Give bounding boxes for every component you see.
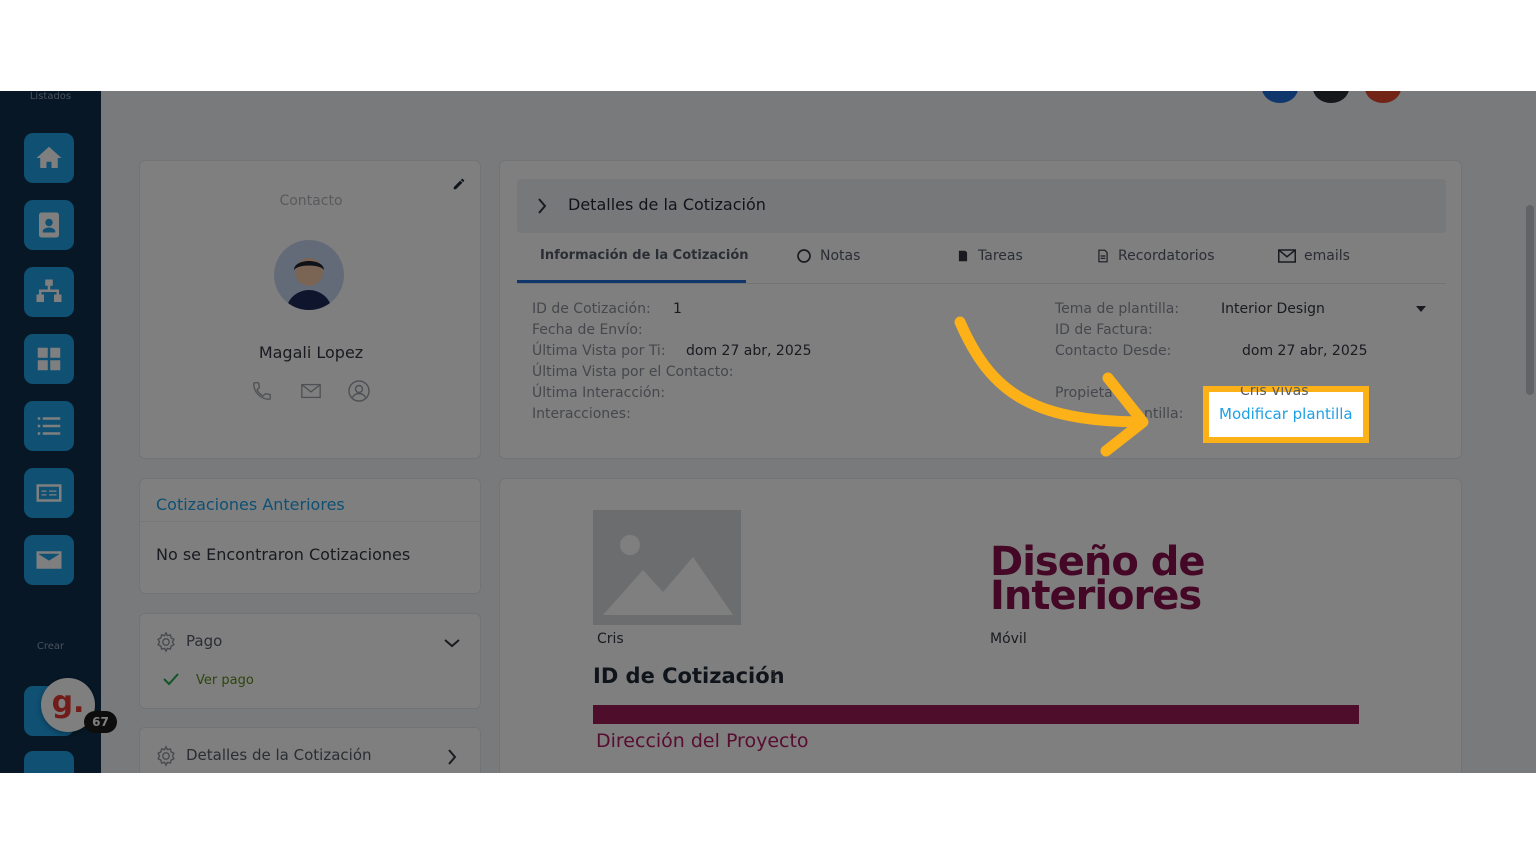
app-frame: Listados Crear g. 67 Contacto Magali Lop…: [0, 91, 1536, 773]
tutorial-arrow-icon: [954, 316, 1149, 457]
